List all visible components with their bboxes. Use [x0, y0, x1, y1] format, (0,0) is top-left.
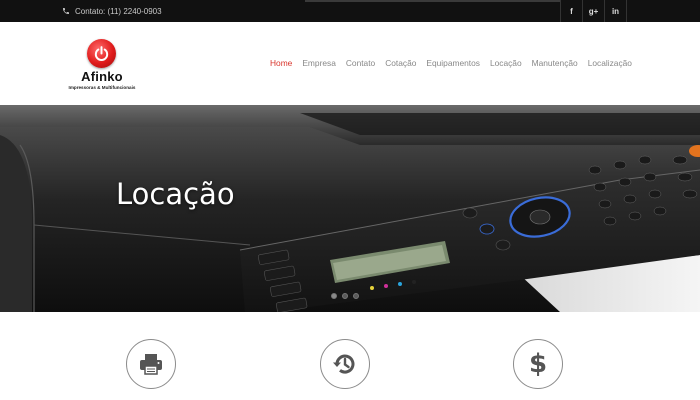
slider-dot[interactable] [353, 293, 359, 299]
linkedin-icon[interactable]: in [604, 0, 627, 22]
social-links: f g+ in [560, 0, 627, 22]
contact-text: Contato: (11) 2240-0903 [75, 6, 162, 16]
dollar-glyph: $ [528, 349, 548, 379]
google-plus-icon[interactable]: g+ [582, 0, 604, 22]
history-icon[interactable] [320, 339, 370, 389]
hero-slider: Locação [0, 105, 700, 312]
site-header: Afinko Impressoras & Multifuncionais Hom… [0, 22, 700, 105]
printer-photo [0, 105, 700, 312]
main-nav: Home Empresa Contato Cotação Equipamento… [270, 58, 632, 68]
logo-name: Afinko [81, 69, 123, 84]
phone-icon [62, 7, 70, 15]
nav-item-locacao[interactable]: Locação [490, 58, 522, 68]
nav-item-home[interactable]: Home [270, 58, 292, 68]
slider-dot[interactable] [331, 293, 337, 299]
dollar-icon[interactable]: $ [513, 339, 563, 389]
nav-item-equipamentos[interactable]: Equipamentos [426, 58, 480, 68]
contact-info: Contato: (11) 2240-0903 [62, 0, 162, 22]
nav-item-manutencao[interactable]: Manutenção [532, 58, 578, 68]
printer-icon[interactable] [126, 339, 176, 389]
nav-item-empresa[interactable]: Empresa [302, 58, 336, 68]
power-button-icon [87, 39, 116, 68]
nav-item-contato[interactable]: Contato [346, 58, 375, 68]
slider-dot[interactable] [342, 293, 348, 299]
facebook-icon[interactable]: f [560, 0, 582, 22]
top-bar: Contato: (11) 2240-0903 f g+ in [0, 0, 700, 22]
features-section: $ [0, 312, 700, 400]
topbar-stripe [305, 0, 560, 2]
hero-title: Locação [116, 177, 235, 211]
nav-item-cotacao[interactable]: Cotação [385, 58, 416, 68]
slider-dots [331, 293, 359, 299]
logo-tagline: Impressoras & Multifuncionais [68, 85, 136, 90]
nav-item-localizacao[interactable]: Localização [588, 58, 632, 68]
logo[interactable]: Afinko Impressoras & Multifuncionais [62, 37, 142, 97]
